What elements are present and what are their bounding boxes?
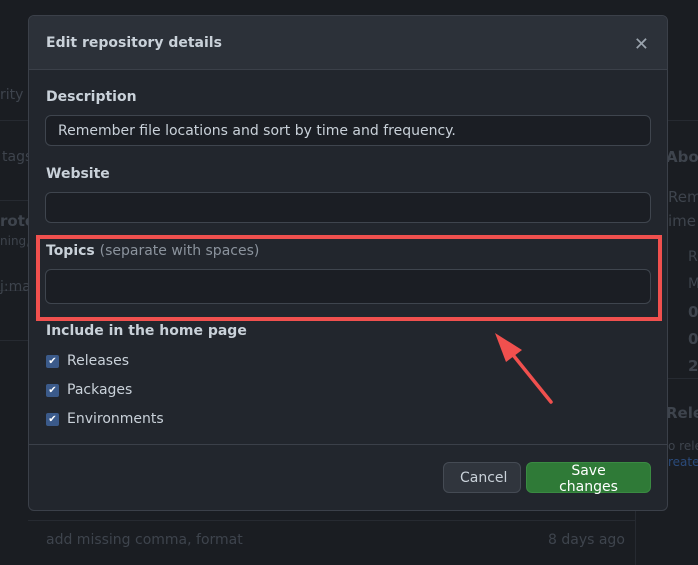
annotation-arrow-icon: [495, 333, 553, 404]
